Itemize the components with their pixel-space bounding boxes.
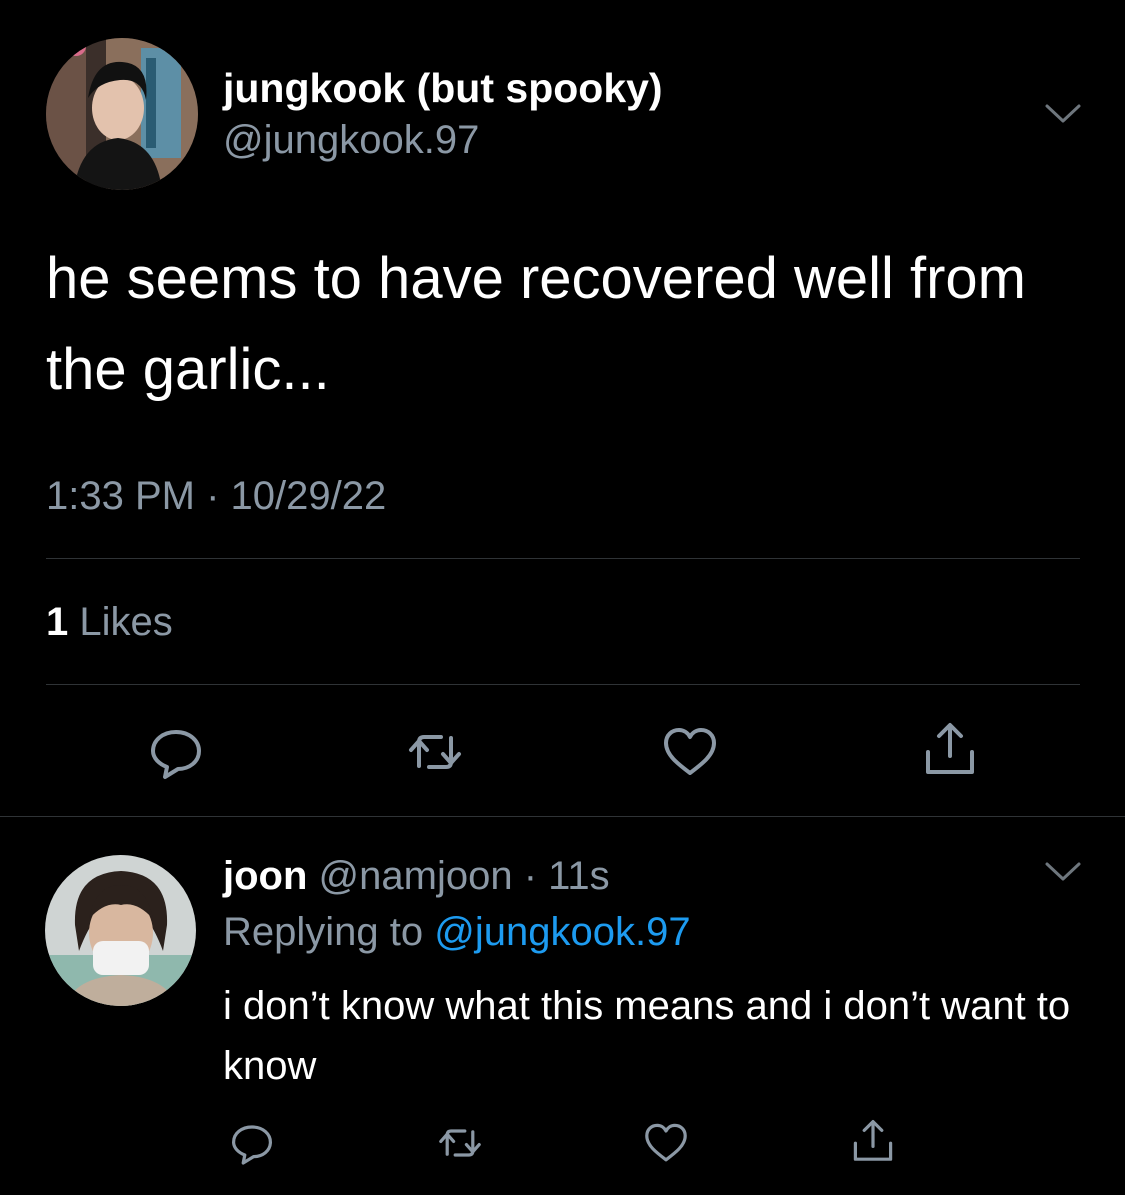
main-tweet-timestamp[interactable]: 1:33 PM · 10/29/22 [46,470,386,522]
retweet-icon[interactable] [436,1119,484,1167]
reply-tweet-avatar[interactable] [45,855,196,1006]
main-tweet-handle[interactable]: @jungkook.97 [223,115,479,165]
reply-tweet-handle[interactable]: @namjoon [319,854,513,898]
share-icon[interactable] [920,718,980,778]
like-icon[interactable] [660,722,720,782]
reply-tweet-header: joon @namjoon · 11s [223,850,610,902]
divider [46,684,1080,685]
reply-tweet-display-name[interactable]: joon [223,854,307,898]
divider [46,558,1080,559]
replying-to: Replying to @jungkook.97 [223,906,691,958]
reply-icon[interactable] [146,722,206,782]
replying-to-handle-link[interactable]: @jungkook.97 [434,910,690,954]
like-icon[interactable] [642,1119,690,1167]
retweet-icon[interactable] [405,722,465,782]
divider [0,816,1125,817]
reply-tweet-time: · 11s [523,854,610,898]
chevron-down-icon[interactable] [1043,101,1083,127]
main-tweet-avatar[interactable] [46,38,198,190]
main-tweet-display-name[interactable]: jungkook (but spooky) [223,62,663,114]
main-tweet-text: he seems to have recovered well from the… [46,246,1026,402]
avatar-image [45,855,196,1006]
likes-row[interactable]: 1 Likes [46,596,173,648]
reply-tweet-text: i don’t know what this means and i don’t… [223,984,1071,1088]
likes-label: Likes [68,600,173,644]
reply-icon[interactable] [228,1119,276,1167]
chevron-down-icon[interactable] [1043,859,1083,885]
replying-to-label: Replying to [223,910,435,954]
share-icon[interactable] [849,1116,897,1164]
likes-count: 1 [46,600,69,644]
avatar-image [46,38,198,190]
